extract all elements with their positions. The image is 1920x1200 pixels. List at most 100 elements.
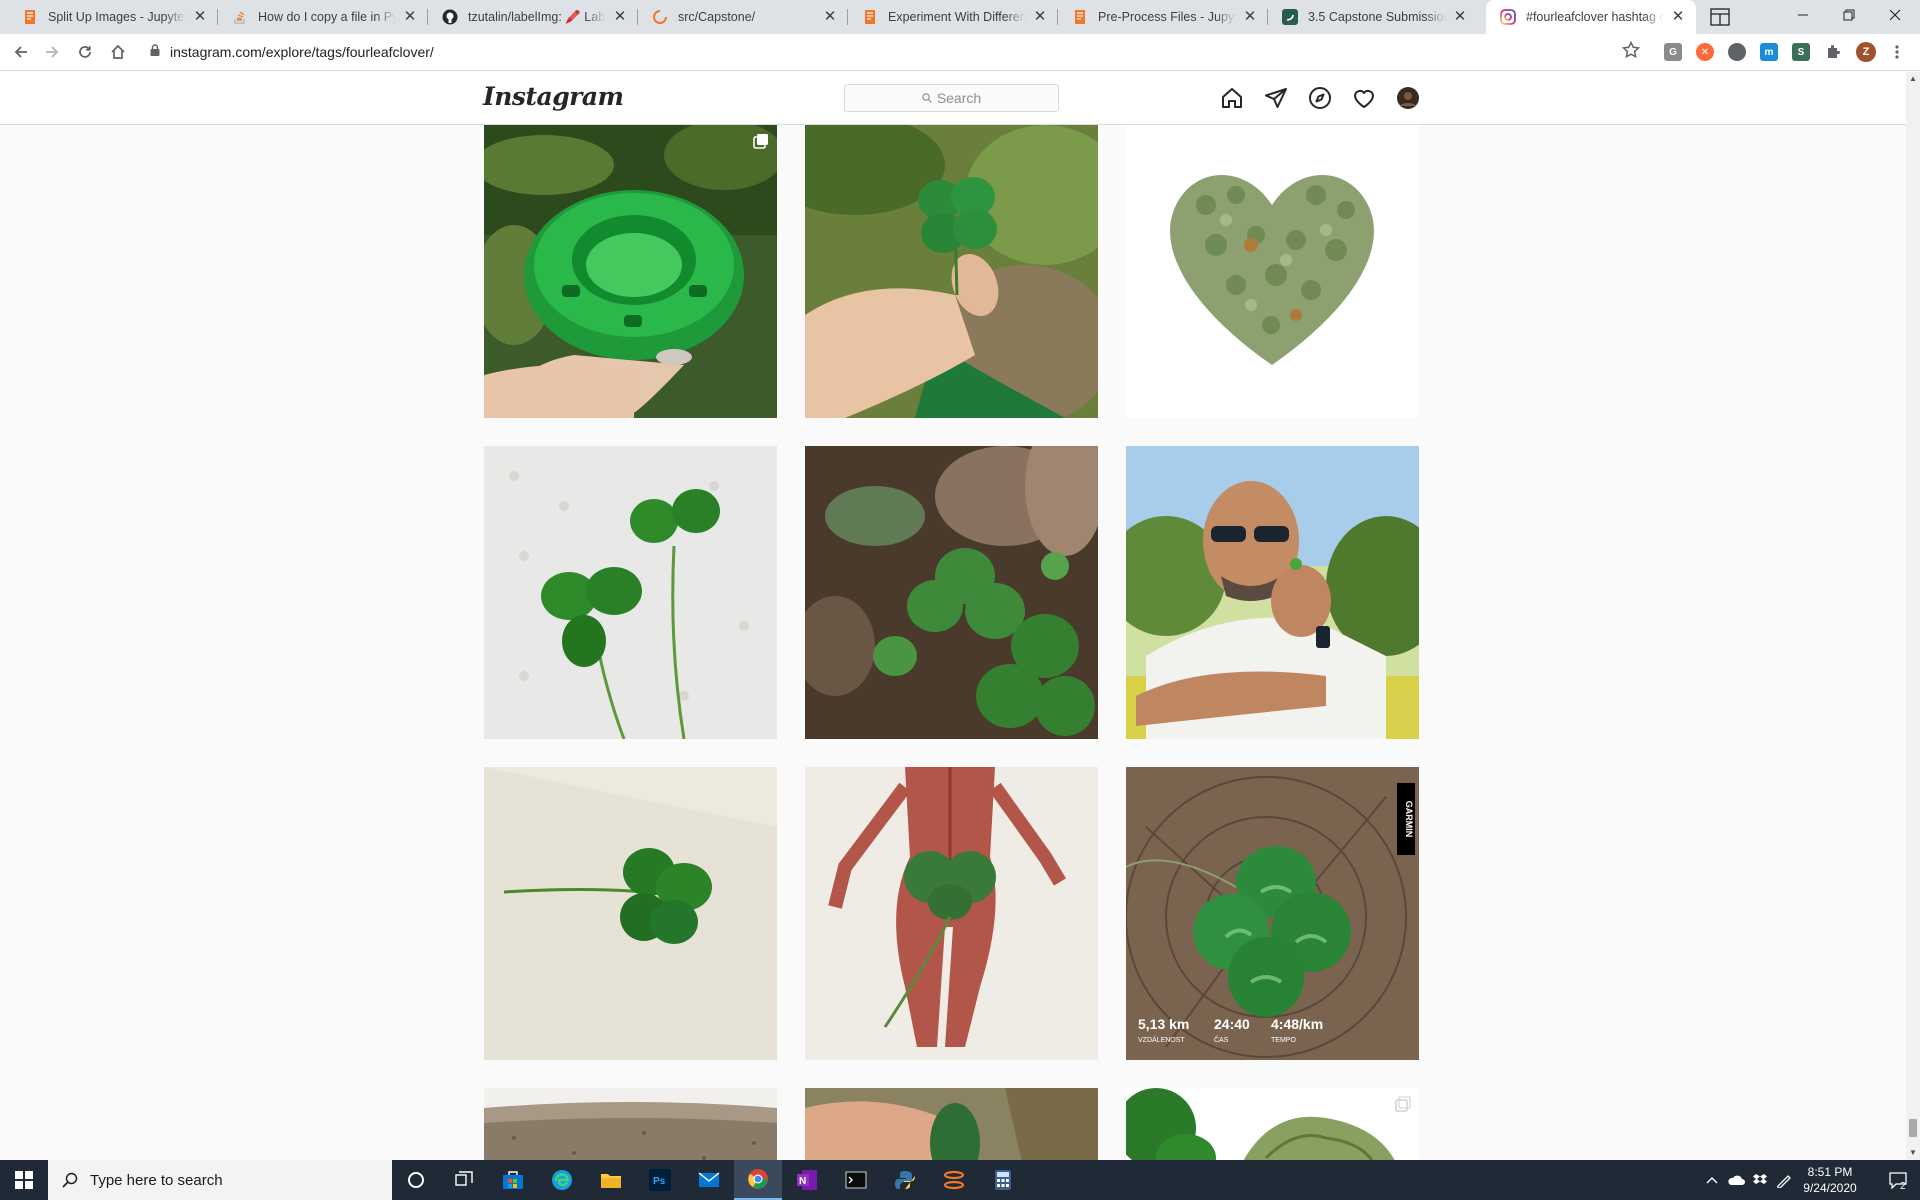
onedrive-cloud-icon[interactable] — [1724, 1160, 1748, 1200]
mail-icon[interactable] — [685, 1160, 733, 1200]
tab-capstone-submission[interactable]: 3.5 Capstone Submission - Springboard ✕ — [1268, 0, 1478, 34]
instagram-page: Instagram Search GARMIN 5,13 km VZDÁLENO… — [0, 72, 1906, 1160]
tab-split-up-images[interactable]: Split Up Images - Jupyter Notebook ✕ — [8, 0, 218, 34]
calculator-icon[interactable] — [979, 1160, 1027, 1200]
svg-text:Ps: Ps — [653, 1176, 666, 1187]
tab-close-icon[interactable]: ✕ — [612, 9, 628, 25]
tab-src-capstone[interactable]: src/Capstone/ ✕ — [638, 0, 848, 34]
post-tile[interactable]: GARMIN 5,13 km VZDÁLENOST 24:40 ČAS 4:48… — [1126, 767, 1419, 1060]
garmin-stat-value: 24:40 — [1214, 1016, 1250, 1032]
post-tile[interactable] — [484, 125, 777, 418]
tab-close-icon[interactable]: ✕ — [1452, 9, 1468, 25]
scroll-down-arrow-icon[interactable]: ▼ — [1906, 1146, 1920, 1160]
post-image-green-ashtray — [484, 125, 777, 418]
tab-title: #fourleafclover hashtag on Instagram — [1526, 10, 1664, 24]
jupyter-icon[interactable] — [930, 1160, 978, 1200]
search-icon — [922, 93, 932, 103]
bookmark-star-icon[interactable] — [1621, 40, 1641, 64]
reload-icon[interactable] — [71, 38, 99, 66]
github-icon — [442, 9, 458, 25]
home-icon[interactable] — [104, 38, 132, 66]
tray-overflow-chevron-icon[interactable] — [1700, 1160, 1724, 1200]
tab-title: How do I copy a file in Python — [258, 10, 396, 24]
new-tab-icon[interactable] — [1706, 3, 1734, 31]
tab-copy-file-python[interactable]: How do I copy a file in Python ✕ — [218, 0, 428, 34]
cortana-icon[interactable] — [392, 1160, 440, 1200]
svg-text:N: N — [799, 1176, 806, 1187]
extensions-puzzle-icon[interactable] — [1824, 43, 1842, 61]
post-image-anatomy-clover — [805, 767, 1098, 1060]
post-tile[interactable] — [1126, 125, 1419, 418]
extension-blue-icon[interactable]: m — [1760, 43, 1778, 61]
garmin-brand-label: GARMIN — [1404, 801, 1414, 838]
stackoverflow-icon — [232, 9, 248, 25]
extension-grammarly-icon[interactable]: G — [1664, 43, 1682, 61]
task-view-icon[interactable] — [440, 1160, 488, 1200]
tab-title: 3.5 Capstone Submission - Springboard — [1308, 10, 1446, 24]
garmin-stat-label: TEMPO — [1271, 1037, 1296, 1044]
tab-close-icon[interactable]: ✕ — [822, 9, 838, 25]
post-tile[interactable] — [805, 446, 1098, 739]
tab-title: Experiment With Different Models — [888, 10, 1026, 24]
post-tile[interactable] — [484, 767, 777, 1060]
minimize-icon[interactable] — [1780, 0, 1826, 30]
post-tile[interactable] — [1126, 446, 1419, 739]
windows-start-icon[interactable] — [0, 1160, 48, 1200]
dropbox-icon[interactable] — [1748, 1160, 1772, 1200]
search-input[interactable]: Search — [844, 84, 1059, 112]
microsoft-store-icon[interactable] — [489, 1160, 537, 1200]
direct-message-icon[interactable] — [1264, 86, 1288, 110]
forward-arrow-icon[interactable] — [38, 38, 66, 66]
jupyter-icon — [22, 9, 38, 25]
tab-labelimg-github[interactable]: tzutalin/labelImg: 🖍️ LabelImg ✕ — [428, 0, 638, 34]
search-placeholder: Search — [936, 90, 982, 106]
terminal-icon[interactable] — [832, 1160, 880, 1200]
post-tile[interactable] — [1126, 1088, 1419, 1160]
tab-close-icon[interactable]: ✕ — [402, 9, 418, 25]
tab-experiment-models[interactable]: Experiment With Different Models ✕ — [848, 0, 1058, 34]
tab-instagram-fourleafclover[interactable]: #fourleafclover hashtag on Instagram ✕ — [1486, 0, 1696, 34]
scroll-up-arrow-icon[interactable]: ▲ — [1906, 72, 1920, 86]
explore-compass-icon[interactable] — [1308, 86, 1332, 110]
home-icon[interactable] — [1220, 86, 1244, 110]
onenote-icon[interactable]: N — [783, 1160, 831, 1200]
post-tile[interactable] — [805, 767, 1098, 1060]
garmin-stat-value: 5,13 km — [1138, 1016, 1189, 1032]
file-explorer-icon[interactable] — [587, 1160, 635, 1200]
extension-orange-icon[interactable]: ✕ — [1696, 43, 1714, 61]
profile-avatar[interactable]: Z — [1856, 42, 1876, 62]
post-tile[interactable] — [484, 1088, 777, 1160]
restore-icon[interactable] — [1826, 0, 1872, 30]
tab-close-icon[interactable]: ✕ — [1670, 9, 1686, 25]
tab-close-icon[interactable]: ✕ — [192, 9, 208, 25]
back-arrow-icon[interactable] — [7, 38, 35, 66]
taskbar-search-input[interactable]: Type here to search — [48, 1160, 392, 1200]
activity-heart-icon[interactable] — [1352, 86, 1376, 110]
page-scrollbar[interactable]: ▲ ▼ — [1906, 72, 1920, 1160]
extension-circle-icon[interactable] — [1728, 43, 1746, 61]
post-image-man-sunglasses — [1126, 446, 1419, 739]
tab-pre-process-files[interactable]: Pre-Process Files - Jupyter Notebook ✕ — [1058, 0, 1268, 34]
close-window-icon[interactable] — [1872, 0, 1918, 30]
taskbar-clock[interactable]: 8:51 PM 9/24/2020 — [1790, 1164, 1870, 1196]
profile-avatar[interactable] — [1396, 86, 1420, 110]
instagram-icon — [1500, 9, 1516, 25]
garmin-stat-label: ČAS — [1214, 1035, 1229, 1044]
extension-springboard-icon[interactable]: S — [1792, 43, 1810, 61]
address-bar[interactable]: instagram.com/explore/tags/fourleafclove… — [140, 37, 1646, 67]
instagram-logo[interactable]: Instagram — [483, 82, 624, 111]
post-tile[interactable] — [805, 1088, 1098, 1160]
post-tile[interactable] — [484, 446, 777, 739]
edge-browser-icon[interactable] — [538, 1160, 586, 1200]
windows-taskbar: Type here to search Ps N 8:51 PM 9/24/20… — [0, 1160, 1920, 1200]
tab-close-icon[interactable]: ✕ — [1242, 9, 1258, 25]
scrollbar-thumb[interactable] — [1909, 1119, 1917, 1137]
chrome-icon[interactable] — [734, 1160, 782, 1200]
browser-menu-icon[interactable] — [1888, 43, 1906, 61]
loading-spinner-icon — [652, 9, 668, 25]
notifications-icon[interactable]: 2 — [1876, 1160, 1920, 1200]
python-icon[interactable] — [881, 1160, 929, 1200]
post-tile[interactable] — [805, 125, 1098, 418]
photoshop-icon[interactable]: Ps — [636, 1160, 684, 1200]
tab-close-icon[interactable]: ✕ — [1032, 9, 1048, 25]
